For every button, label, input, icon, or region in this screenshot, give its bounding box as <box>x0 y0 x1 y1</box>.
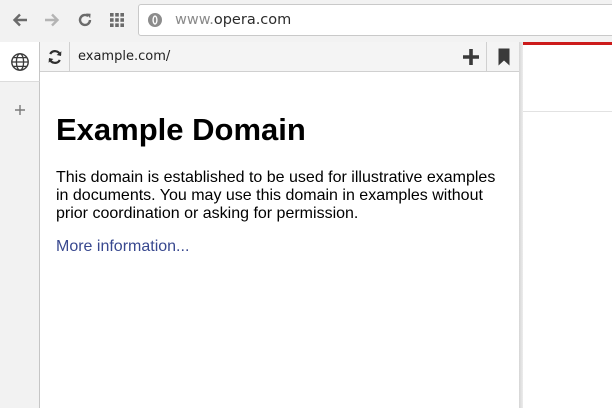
page-divider <box>523 111 612 112</box>
page-paragraph: This domain is established to be used fo… <box>56 169 496 222</box>
page-title: Example Domain <box>56 112 306 147</box>
speed-dial-button[interactable] <box>107 10 127 30</box>
reload-icon <box>48 50 61 64</box>
panel-bookmark-button[interactable] <box>486 42 520 72</box>
browser-toolbar: www.opera.com <box>0 0 612 42</box>
panel-toolbar: example.com/ <box>40 42 520 72</box>
address-url[interactable]: www.opera.com <box>175 11 291 29</box>
reload-button[interactable] <box>75 10 95 30</box>
grid-icon <box>110 13 124 27</box>
sidebar-add-button[interactable] <box>0 98 40 122</box>
accent-bar <box>523 42 612 45</box>
back-arrow-icon <box>12 13 27 27</box>
forward-arrow-icon <box>45 13 60 27</box>
plus-icon <box>15 105 25 115</box>
sidebar-item-web-panel[interactable] <box>0 42 40 82</box>
sidebar <box>0 42 40 408</box>
url-host: opera.com <box>213 12 292 28</box>
forward-button[interactable] <box>42 10 62 30</box>
more-information-link[interactable]: More information... <box>56 238 189 256</box>
panel-reload-button[interactable] <box>40 42 70 72</box>
url-prefix: www. <box>175 12 214 28</box>
background-page <box>523 42 612 408</box>
opera-icon <box>148 13 162 27</box>
reload-icon <box>78 13 92 27</box>
panel-page: Example Domain This domain is establishe… <box>40 72 520 408</box>
panel-url[interactable]: example.com/ <box>78 49 170 65</box>
web-panel: example.com/ Example Domain This domain … <box>40 42 520 408</box>
plus-icon <box>463 49 479 65</box>
panel-add-button[interactable] <box>456 42 486 72</box>
bookmark-icon <box>498 48 509 66</box>
address-bar[interactable]: www.opera.com <box>138 4 612 36</box>
globe-icon <box>10 52 29 71</box>
back-button[interactable] <box>10 10 30 30</box>
